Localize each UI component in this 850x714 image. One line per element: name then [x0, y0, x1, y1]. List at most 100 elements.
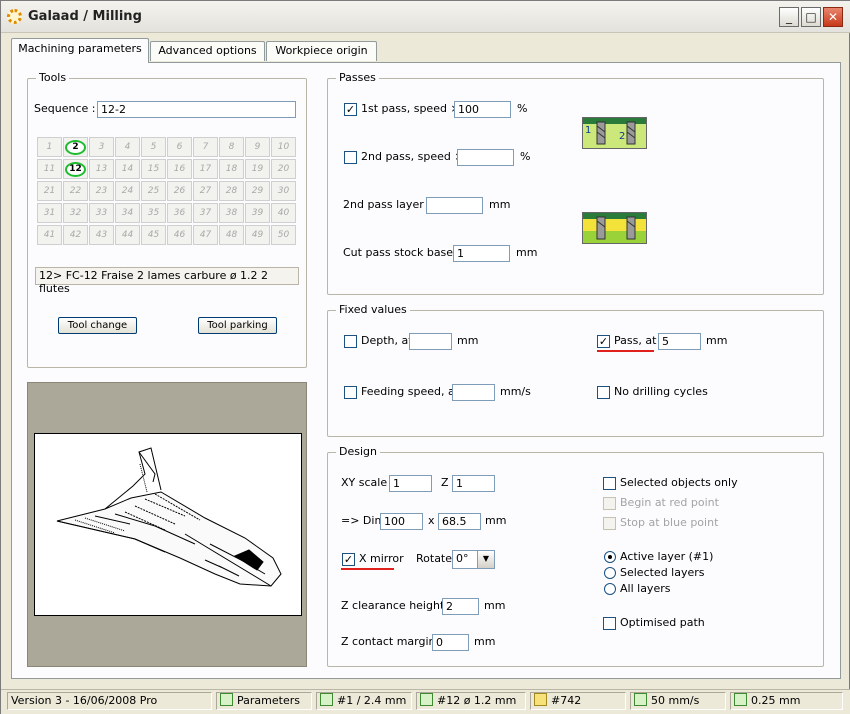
tool-slot-1[interactable]: 1 [37, 137, 62, 157]
tool-slot-20[interactable]: 20 [271, 159, 296, 179]
tool-slot-24[interactable]: 24 [115, 181, 140, 201]
feeding-speed-input[interactable] [452, 384, 495, 401]
tool-slot-46[interactable]: 46 [167, 225, 192, 245]
tool-parking-button[interactable]: Tool parking [198, 317, 277, 334]
chevron-down-icon[interactable]: ▼ [477, 551, 494, 568]
tool-slot-12[interactable]: 12 [63, 159, 88, 179]
tool-slot-7[interactable]: 7 [193, 137, 218, 157]
maximize-button[interactable]: □ [801, 7, 821, 27]
tool-slot-19[interactable]: 19 [245, 159, 270, 179]
tools-legend: Tools [36, 71, 70, 84]
tool-slot-50[interactable]: 50 [271, 225, 296, 245]
feeding-speed-checkbox[interactable] [344, 386, 357, 399]
tool-slot-27[interactable]: 27 [193, 181, 218, 201]
first-pass-checkbox[interactable]: ✓ [344, 103, 357, 116]
tool-slot-43[interactable]: 43 [89, 225, 114, 245]
tool-slot-13[interactable]: 13 [89, 159, 114, 179]
selected-layers-radio[interactable] [604, 567, 616, 579]
tool-slot-14[interactable]: 14 [115, 159, 140, 179]
close-button[interactable]: ✕ [823, 7, 843, 27]
second-pass-percent: % [520, 150, 531, 163]
feeding-speed-label: Feeding speed, at [361, 385, 460, 398]
tool-slot-23[interactable]: 23 [89, 181, 114, 201]
tool-slot-8[interactable]: 8 [219, 137, 244, 157]
tool-slot-10[interactable]: 10 [271, 137, 296, 157]
tool-slot-37[interactable]: 37 [193, 203, 218, 223]
title-bar[interactable]: Galaad / Milling _ □ ✕ [1, 1, 850, 33]
tool-slot-35[interactable]: 35 [141, 203, 166, 223]
tab-workpiece-origin[interactable]: Workpiece origin [266, 41, 377, 61]
speed-icon [634, 693, 647, 706]
tool-slot-36[interactable]: 36 [167, 203, 192, 223]
tool-slot-48[interactable]: 48 [219, 225, 244, 245]
tool-change-button[interactable]: Tool change [58, 317, 137, 334]
depth-label: Depth, at [361, 334, 413, 347]
optimised-path-checkbox[interactable] [603, 617, 616, 630]
dim-x-input[interactable]: 100 [380, 513, 423, 530]
tool-slot-42[interactable]: 42 [63, 225, 88, 245]
selected-objects-checkbox[interactable] [603, 477, 616, 490]
tool-slot-39[interactable]: 39 [245, 203, 270, 223]
tool-slot-29[interactable]: 29 [245, 181, 270, 201]
tool-slot-22[interactable]: 22 [63, 181, 88, 201]
tool-slot-label: 1 [46, 142, 53, 152]
tool-slot-28[interactable]: 28 [219, 181, 244, 201]
depth-input[interactable] [409, 333, 452, 350]
tool-slot-25[interactable]: 25 [141, 181, 166, 201]
tool-slot-34[interactable]: 34 [115, 203, 140, 223]
tool-slot-31[interactable]: 31 [37, 203, 62, 223]
cut-pass-drawing [583, 213, 646, 243]
status-parameters[interactable]: Parameters [216, 692, 312, 710]
tool-slot-5[interactable]: 5 [141, 137, 166, 157]
tool-slot-label: 21 [43, 186, 56, 196]
cut-pass-input[interactable]: 1 [453, 245, 510, 262]
second-pass-checkbox[interactable] [344, 151, 357, 164]
all-layers-radio[interactable] [604, 583, 616, 595]
tool-slot-18[interactable]: 18 [219, 159, 244, 179]
tool-slot-15[interactable]: 15 [141, 159, 166, 179]
tool-slot-6[interactable]: 6 [167, 137, 192, 157]
tool-slot-9[interactable]: 9 [245, 137, 270, 157]
tool-slot-47[interactable]: 47 [193, 225, 218, 245]
sequence-label: Sequence : [34, 102, 96, 115]
tool-slot-3[interactable]: 3 [89, 137, 114, 157]
tool-slot-17[interactable]: 17 [193, 159, 218, 179]
tool-slot-49[interactable]: 49 [245, 225, 270, 245]
minimize-button[interactable]: _ [779, 7, 799, 27]
no-drilling-checkbox[interactable] [597, 386, 610, 399]
tool-slot-45[interactable]: 45 [141, 225, 166, 245]
tab-machining-parameters[interactable]: Machining parameters [11, 38, 149, 63]
tool-slot-40[interactable]: 40 [271, 203, 296, 223]
tool-slot-38[interactable]: 38 [219, 203, 244, 223]
tool-slot-4[interactable]: 4 [115, 137, 140, 157]
z-contact-input[interactable]: 0 [432, 634, 469, 651]
tool-slot-11[interactable]: 11 [37, 159, 62, 179]
z-scale-input[interactable]: 1 [452, 475, 495, 492]
sequence-input[interactable]: 12-2 [97, 101, 296, 118]
tool-slot-33[interactable]: 33 [89, 203, 114, 223]
rotate-select[interactable]: 0° ▼ [452, 550, 495, 569]
tool-slot-label: 7 [202, 142, 209, 152]
tool-slot-2[interactable]: 2 [63, 137, 88, 157]
active-layer-label: Active layer (#1) [620, 550, 714, 563]
pass-at-checkbox[interactable]: ✓ [597, 335, 610, 348]
tool-slot-label: 20 [277, 164, 290, 174]
active-layer-radio[interactable] [604, 551, 616, 563]
tool-slot-26[interactable]: 26 [167, 181, 192, 201]
pass-at-input[interactable]: 5 [658, 333, 701, 350]
tool-slot-32[interactable]: 32 [63, 203, 88, 223]
z-clearance-input[interactable]: 2 [442, 598, 479, 615]
tool-slot-41[interactable]: 41 [37, 225, 62, 245]
tool-slot-30[interactable]: 30 [271, 181, 296, 201]
second-pass-speed-input[interactable] [457, 149, 514, 166]
x-mirror-checkbox[interactable]: ✓ [342, 553, 355, 566]
first-pass-speed-input[interactable]: 100 [454, 101, 511, 118]
xy-scale-input[interactable]: 1 [389, 475, 432, 492]
tab-advanced-options[interactable]: Advanced options [150, 41, 265, 61]
tool-slot-16[interactable]: 16 [167, 159, 192, 179]
tool-slot-44[interactable]: 44 [115, 225, 140, 245]
tool-slot-21[interactable]: 21 [37, 181, 62, 201]
depth-checkbox[interactable] [344, 335, 357, 348]
dim-y-input[interactable]: 68.5 [438, 513, 481, 530]
pass-layer-input[interactable] [426, 197, 483, 214]
